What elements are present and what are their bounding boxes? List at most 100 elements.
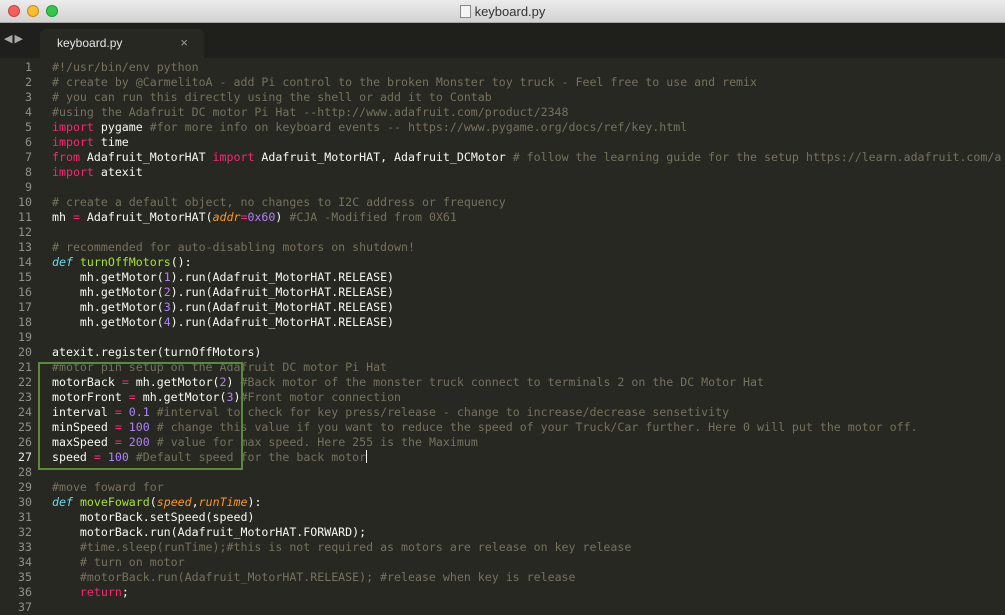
code-line[interactable]: 33 #time.sleep(runTime);#this is not req…	[0, 540, 1005, 555]
code-token: Adafruit_MotorHAT(	[79, 210, 213, 224]
code-token: time	[93, 135, 129, 149]
code-line[interactable]: 1 #!/usr/bin/env python	[0, 60, 1005, 75]
line-number: 11	[18, 210, 32, 224]
code-token: 1	[163, 270, 171, 284]
code-token: ).run(Adafruit_MotorHAT.RELEASE)	[170, 270, 395, 284]
code-token: 4	[163, 315, 171, 329]
code-text: # create by @CarmelitoA - add Pi control…	[52, 75, 757, 90]
code-line[interactable]: 20 atexit.register(turnOffMotors)	[0, 345, 1005, 360]
code-line[interactable]: 10 # create a default object, no changes …	[0, 195, 1005, 210]
code-text: mh.getMotor(3).run(Adafruit_MotorHAT.REL…	[52, 300, 394, 315]
code-editor[interactable]: 1 #!/usr/bin/env python 2 # create by @Carm…	[0, 58, 1005, 614]
code-line[interactable]: 5 import pygame #for more info on keyboar…	[0, 120, 1005, 135]
code-text: return;	[52, 585, 129, 600]
code-token: 3	[163, 300, 171, 314]
code-token: import	[52, 120, 94, 134]
code-text: #time.sleep(runTime);#this is not requir…	[52, 540, 631, 555]
line-number: 27	[18, 450, 32, 464]
line-number: 28	[18, 465, 32, 479]
line-number: 33	[18, 540, 32, 554]
line-number: 26	[18, 435, 32, 449]
line-number: 23	[18, 390, 32, 404]
tab-nav-left-icon[interactable]: ◀	[4, 33, 14, 45]
code-token: pygame	[93, 120, 150, 134]
code-line[interactable]: 15 mh.getMotor(1).run(Adafruit_MotorHAT.…	[0, 270, 1005, 285]
code-line[interactable]: 3 # you can run this directly using the s…	[0, 90, 1005, 105]
line-number: 21	[18, 360, 32, 374]
code-token: # you can run this directly using the sh…	[52, 90, 492, 104]
code-text: motorBack.setSpeed(speed)	[52, 510, 255, 525]
code-line[interactable]: 13 # recommended for auto-disabling motor…	[0, 240, 1005, 255]
line-number: 32	[18, 525, 32, 539]
line-number: 18	[18, 315, 32, 329]
line-number: 37	[18, 600, 32, 614]
code-token: # recommended for auto-disabling motors …	[52, 240, 415, 254]
code-line[interactable]: 14 def turnOffMotors():	[0, 255, 1005, 270]
line-number: 14	[18, 255, 32, 269]
window-titlebar: keyboard.py	[0, 0, 1005, 23]
code-line[interactable]: 17 mh.getMotor(3).run(Adafruit_MotorHAT.…	[0, 300, 1005, 315]
code-token: ).run(Adafruit_MotorHAT.RELEASE)	[170, 285, 395, 299]
line-number: 35	[18, 570, 32, 584]
code-text: mh.getMotor(4).run(Adafruit_MotorHAT.REL…	[52, 315, 394, 330]
code-token: Adafruit_MotorHAT, Adafruit_DCMotor	[254, 150, 513, 164]
code-line[interactable]: 36 return;	[0, 585, 1005, 600]
code-text: from Adafruit_MotorHAT import Adafruit_M…	[52, 150, 1001, 165]
line-number: 8	[25, 165, 32, 179]
code-token: from	[52, 150, 80, 164]
code-line[interactable]: 2 # create by @CarmelitoA - add Pi contro…	[0, 75, 1005, 90]
code-line[interactable]: 37	[0, 600, 1005, 615]
code-token: return	[79, 585, 122, 599]
code-line[interactable]: 34 # turn on motor	[0, 555, 1005, 570]
line-number: 6	[25, 135, 32, 149]
code-line[interactable]: 29 #move foward for	[0, 480, 1005, 495]
line-number: 34	[18, 555, 32, 569]
code-line[interactable]: 18 mh.getMotor(4).run(Adafruit_MotorHAT.…	[0, 315, 1005, 330]
code-token: turnOffMotors	[79, 255, 171, 269]
code-token: Adafruit_MotorHAT	[79, 150, 213, 164]
line-number: 29	[18, 480, 32, 494]
code-text: # create a default object, no changes to…	[52, 195, 506, 210]
code-token: #for more info on keyboard events -- htt…	[149, 120, 688, 134]
code-token: # change this value if you want to reduc…	[156, 420, 918, 434]
code-line[interactable]: 35 #motorBack.run(Adafruit_MotorHAT.RELE…	[0, 570, 1005, 585]
code-token: ).run(Adafruit_MotorHAT.RELEASE)	[170, 315, 395, 329]
window-title-text: keyboard.py	[474, 4, 546, 19]
code-line[interactable]: 31 motorBack.setSpeed(speed)	[0, 510, 1005, 525]
code-line[interactable]: 30 def moveFoward(speed,runTime):	[0, 495, 1005, 510]
code-line[interactable]: 9	[0, 180, 1005, 195]
code-token: #motorBack.run(Adafruit_MotorHAT.RELEASE…	[79, 570, 576, 584]
line-number: 5	[25, 120, 32, 134]
tab-nav-right-icon[interactable]: ▶	[14, 33, 24, 45]
code-token: atexit	[93, 165, 143, 179]
code-token: def	[52, 255, 73, 269]
code-line[interactable]: 19	[0, 330, 1005, 345]
code-token: #CJA -Modified from 0X61	[289, 210, 457, 224]
code-text: # recommended for auto-disabling motors …	[52, 240, 415, 255]
code-line[interactable]: 11 mh = Adafruit_MotorHAT(addr=0x60) #CJA…	[0, 210, 1005, 225]
line-number: 16	[18, 285, 32, 299]
tab-close-icon[interactable]: ×	[180, 35, 188, 50]
code-token: import	[212, 150, 255, 164]
code-text: import pygame #for more info on keyboard…	[52, 120, 687, 135]
code-line[interactable]: 6 import time	[0, 135, 1005, 150]
code-line[interactable]: 8 import atexit	[0, 165, 1005, 180]
code-token: #move foward for	[52, 480, 164, 494]
line-number: 1	[25, 60, 32, 74]
tab-keyboard-py[interactable]: keyboard.py ×	[40, 29, 204, 58]
code-line[interactable]: 12	[0, 225, 1005, 240]
code-token: )	[275, 210, 290, 224]
code-text: import time	[52, 135, 129, 150]
code-line[interactable]: 4 #using the Adafruit DC motor Pi Hat --h…	[0, 105, 1005, 120]
code-text: import atexit	[52, 165, 143, 180]
line-number: 10	[18, 195, 32, 209]
code-line[interactable]: 16 mh.getMotor(2).run(Adafruit_MotorHAT.…	[0, 285, 1005, 300]
highlight-box	[38, 362, 243, 470]
code-token: ,	[191, 495, 199, 509]
code-line[interactable]: 32 motorBack.run(Adafruit_MotorHAT.FORWA…	[0, 525, 1005, 540]
code-line[interactable]: 7 from Adafruit_MotorHAT import Adafruit_…	[0, 150, 1005, 165]
